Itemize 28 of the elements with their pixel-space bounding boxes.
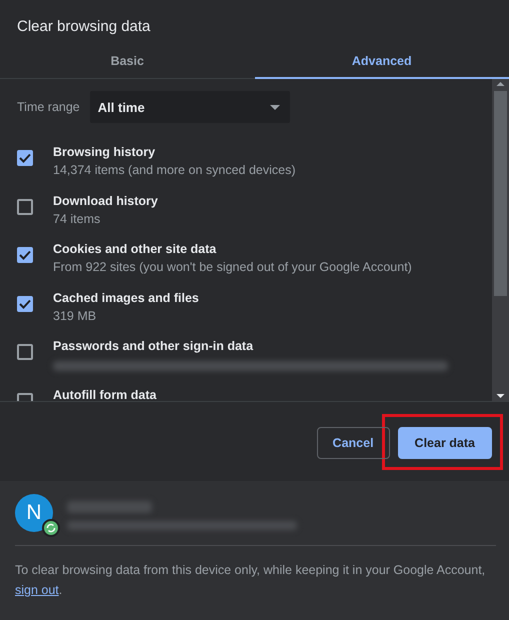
cancel-button[interactable]: Cancel xyxy=(316,427,390,459)
option-description: 14,374 items (and more on synced devices) xyxy=(53,163,296,177)
option-label: Passwords and other sign-in data xyxy=(53,339,254,353)
sign-out-note: To clear browsing data from this device only, while keeping it in your Google Account, sign out. xyxy=(15,562,486,599)
option-label: Cached images and files xyxy=(53,290,199,304)
option-label: Download history xyxy=(53,194,158,208)
option-description: 74 items xyxy=(53,212,102,226)
checkbox[interactable] xyxy=(17,150,33,166)
option-label: Browsing history xyxy=(53,145,156,159)
checkbox[interactable] xyxy=(17,247,33,263)
scrollbar[interactable] xyxy=(492,79,509,401)
sign-out-link[interactable]: sign out xyxy=(15,583,59,597)
scroll-down-icon[interactable] xyxy=(496,391,505,401)
checkbox[interactable] xyxy=(17,296,33,312)
checkbox[interactable] xyxy=(17,198,33,214)
dialog-title: Clear browsing data xyxy=(16,17,152,37)
option-description: 319 MB xyxy=(53,308,98,322)
scroll-up-icon[interactable] xyxy=(496,79,505,89)
time-range-dropdown[interactable]: All time xyxy=(90,91,290,123)
option-label: Cookies and other site data xyxy=(53,242,218,256)
caret-icon xyxy=(270,104,280,110)
tab[interactable]: Advanced xyxy=(254,44,509,79)
tab[interactable]: Basic xyxy=(0,44,254,79)
time-range-label: Time range xyxy=(17,100,80,114)
option-label: Autofill form data xyxy=(53,388,156,401)
clear-data-button[interactable]: Clear data xyxy=(398,427,492,459)
checkbox[interactable] xyxy=(17,344,33,360)
option-description: From 922 sites (you won't be signed out of your Google Account) xyxy=(53,260,412,274)
